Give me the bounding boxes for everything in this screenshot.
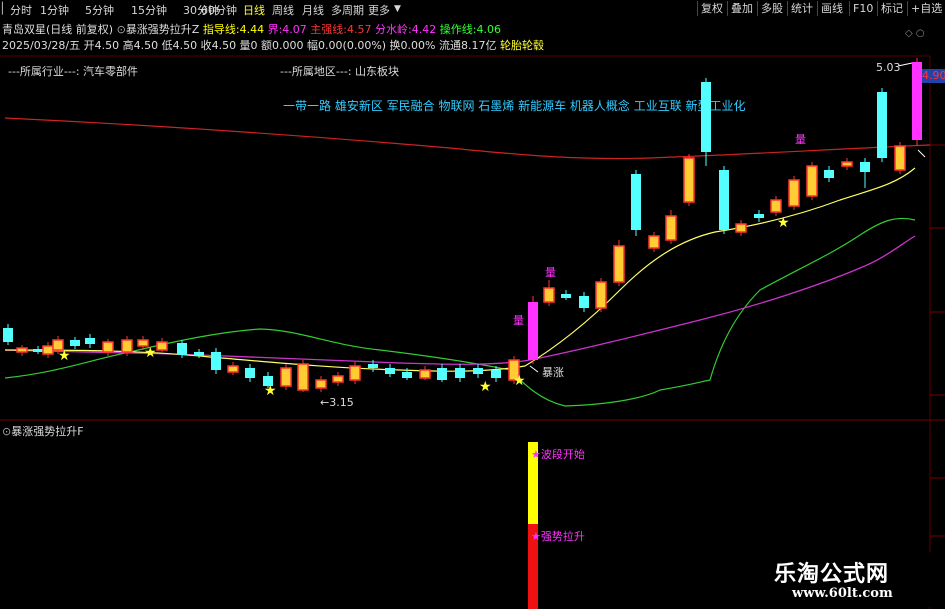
star-signal-icon-0: ★ xyxy=(58,348,71,364)
surge-label: 暴涨 xyxy=(542,366,564,379)
ma-long-line xyxy=(4,117,931,160)
candle-body-31 xyxy=(528,302,538,360)
candle-body-32 xyxy=(543,287,555,303)
candle-body-23 xyxy=(385,368,395,374)
candle-body-11 xyxy=(177,343,187,355)
candle-body-12 xyxy=(194,352,204,356)
volume-marker-2: 量 xyxy=(513,314,524,327)
candle-body-20 xyxy=(332,375,344,383)
candle-body-47 xyxy=(806,165,818,197)
candle-body-21 xyxy=(349,365,361,381)
signal-start-text: 波段开始 xyxy=(540,448,585,461)
candle-body-36 xyxy=(613,245,625,283)
star-signal-icon-3: ★ xyxy=(479,379,492,395)
candle-body-50 xyxy=(860,162,870,172)
kline-chart[interactable]: ★ ★ ★ ★ ★ ★ xyxy=(0,0,945,609)
candle-body-45 xyxy=(770,199,782,213)
candle-body-37 xyxy=(631,174,641,230)
volume-marker-3: 量 xyxy=(795,133,806,146)
signal-surge-label: ★强势拉升 xyxy=(531,530,585,543)
candle-body-42 xyxy=(719,170,729,230)
signal-start-label: ★波段开始 xyxy=(531,448,585,461)
star-signal-icon-4: ★ xyxy=(513,373,526,389)
candle-body-53 xyxy=(912,62,922,140)
candle-body-0 xyxy=(3,328,13,342)
candle-body-22 xyxy=(368,364,378,368)
candle-body-40 xyxy=(683,157,695,203)
candle-body-14 xyxy=(227,365,239,373)
last-price-arrow-icon xyxy=(917,149,926,158)
candle-body-26 xyxy=(437,368,447,380)
sub-panel-name: 暴涨强势拉升F xyxy=(11,425,84,438)
candle-body-34 xyxy=(579,296,589,308)
candle-body-18 xyxy=(297,363,309,391)
candle-body-25 xyxy=(419,369,431,379)
volume-marker-1: 量 xyxy=(545,266,556,279)
price-high-label: 5.03 xyxy=(876,61,901,74)
star-signal-icon-5: ★ xyxy=(777,215,790,231)
surge-arrow-icon xyxy=(529,365,539,373)
candle-body-51 xyxy=(877,92,887,158)
candle-body-46 xyxy=(788,179,800,207)
candle-body-49 xyxy=(841,161,853,167)
candle-body-35 xyxy=(595,281,607,309)
candle-body-3 xyxy=(42,345,54,355)
watermark-url: www.60lt.com xyxy=(792,586,893,601)
watermark-title: 乐淘公式网 xyxy=(774,562,890,587)
indicator-settings-icon[interactable]: ⊙ xyxy=(2,425,11,438)
candle-body-15 xyxy=(245,368,255,378)
signal-surge-text: 强势拉升 xyxy=(540,530,585,543)
price-low-value: 3.15 xyxy=(329,396,354,409)
candle-body-29 xyxy=(491,370,501,378)
candle-body-13 xyxy=(211,352,221,370)
candle-body-43 xyxy=(735,223,747,233)
candle-body-19 xyxy=(315,379,327,389)
price-low-label: ←3.15 xyxy=(320,396,354,409)
candle-body-8 xyxy=(121,339,133,353)
candle-body-7 xyxy=(102,341,114,353)
candle-body-44 xyxy=(754,214,764,218)
price-axis-tag: 4.90 xyxy=(922,69,945,83)
candle-body-38 xyxy=(648,235,660,249)
sub-panel-title[interactable]: ⊙暴涨强势拉升F xyxy=(2,423,84,439)
candle-body-33 xyxy=(561,294,571,298)
candle-body-1 xyxy=(16,347,28,353)
star-signal-icon-2: ★ xyxy=(264,383,277,399)
candle-body-5 xyxy=(70,340,80,346)
candle-body-48 xyxy=(824,170,834,178)
candle-body-39 xyxy=(665,215,677,241)
candle-body-28 xyxy=(473,368,483,374)
star-signal-icon-1: ★ xyxy=(144,345,157,361)
candle-body-10 xyxy=(156,341,168,351)
candle-body-41 xyxy=(701,82,711,152)
candle-body-6 xyxy=(85,338,95,344)
candle-body-52 xyxy=(894,145,906,171)
candle-body-17 xyxy=(280,367,292,387)
candle-body-27 xyxy=(455,368,465,378)
candle-body-2 xyxy=(33,349,43,352)
candle-body-24 xyxy=(402,372,412,378)
